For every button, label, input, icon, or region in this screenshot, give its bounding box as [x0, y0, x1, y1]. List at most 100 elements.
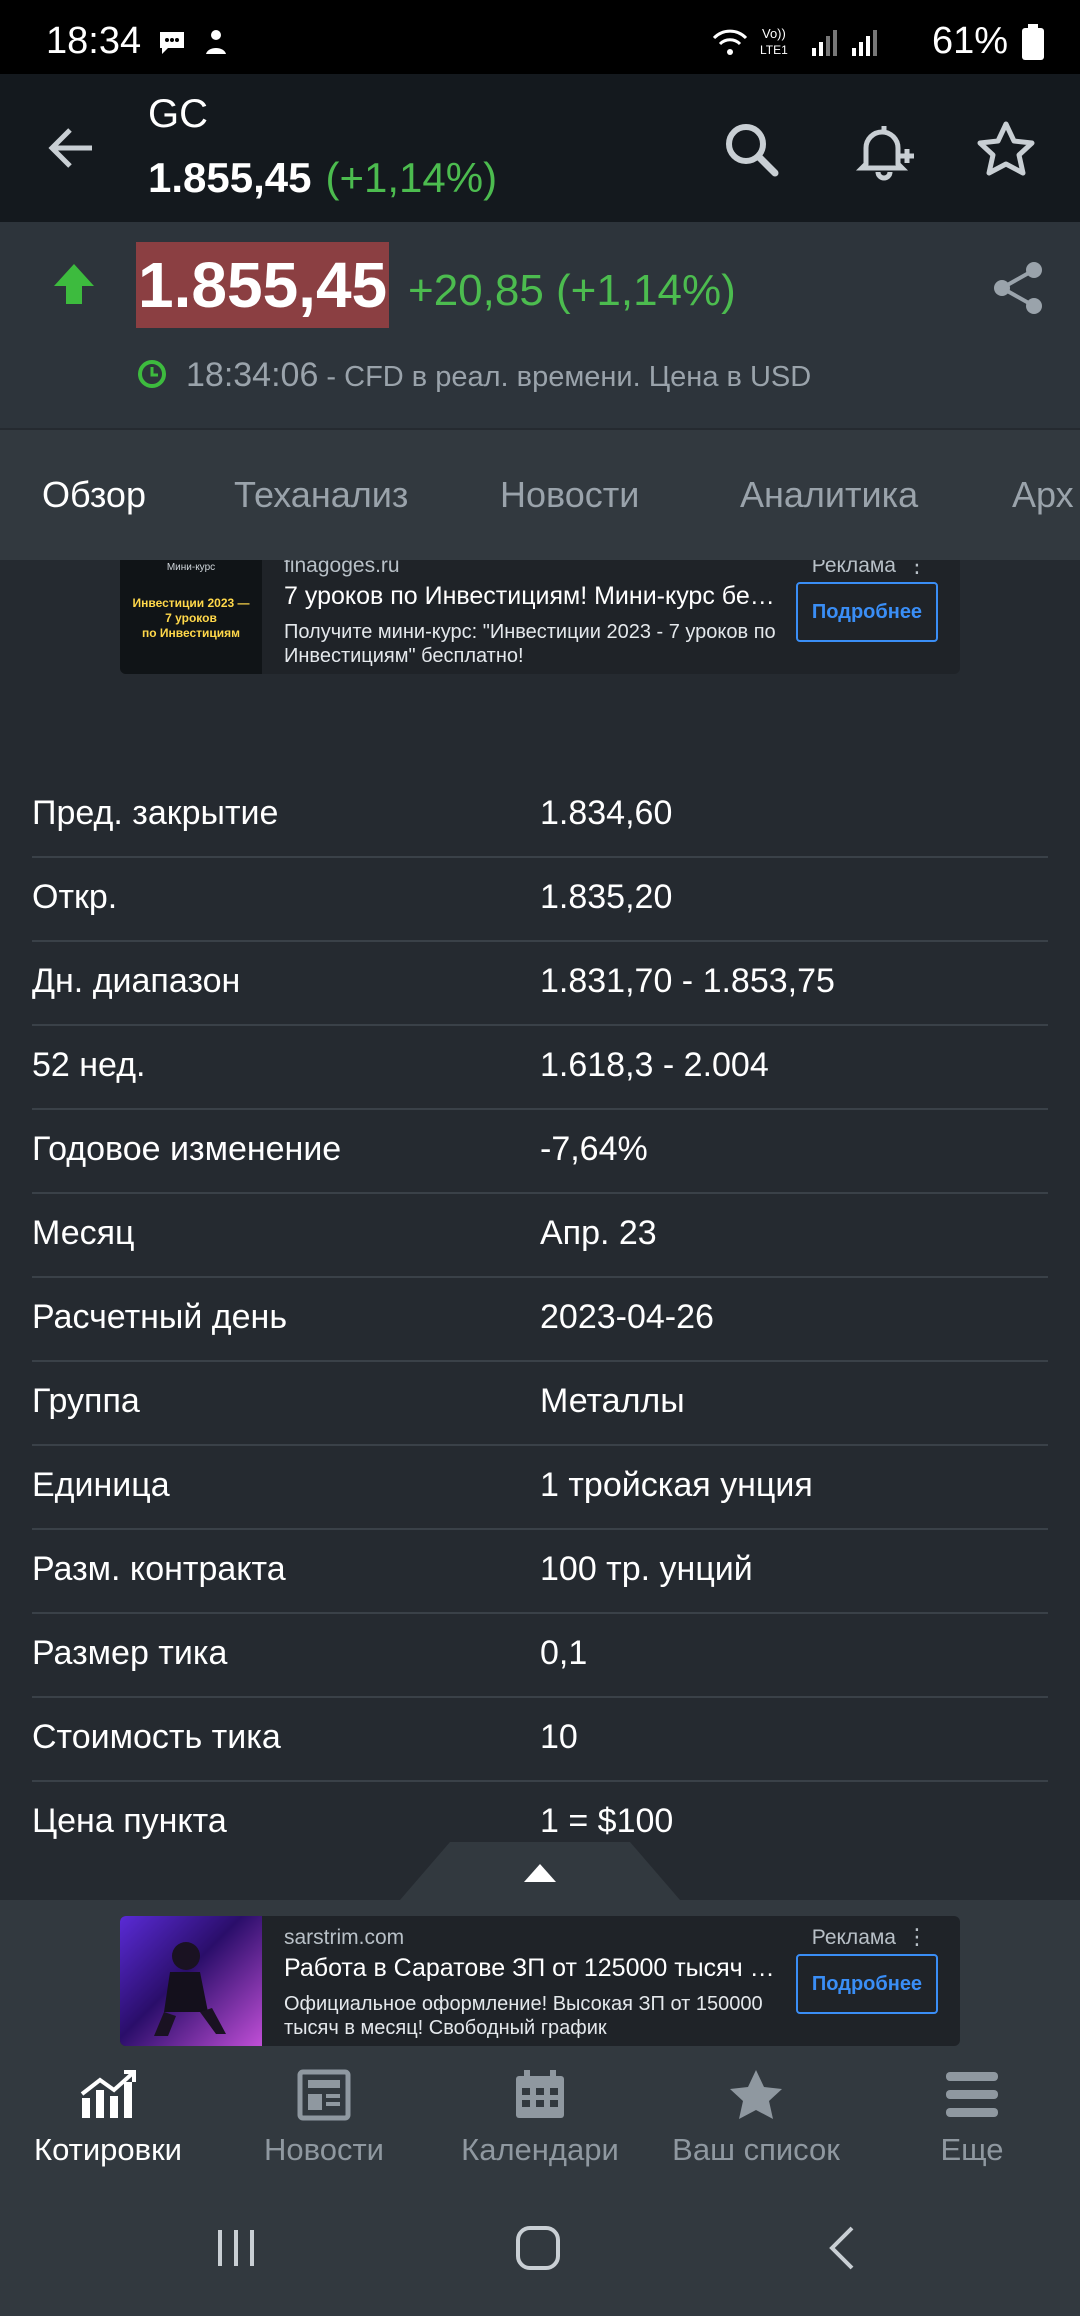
- nav-quotes[interactable]: Котировки: [0, 2050, 216, 2180]
- tab-analytics[interactable]: Аналитика: [740, 474, 918, 516]
- ad-headline[interactable]: Работа в Саратове ЗП от 125000 тысяч в м…: [284, 1954, 784, 1983]
- svg-text:Vo)): Vo)): [762, 26, 786, 41]
- quote-description: - CFD в реал. времени. Цена в USD: [318, 361, 812, 393]
- chevron-up-icon[interactable]: [524, 1864, 556, 1882]
- detail-label: Группа: [32, 1382, 140, 1420]
- ad-banner[interactable]: Мини-курс Инвестиции 2023 — 7 уроков по …: [120, 544, 960, 674]
- detail-label: Месяц: [32, 1214, 135, 1252]
- ad-image-caption: Мини-курс: [166, 562, 216, 573]
- detail-value: Апр. 23: [540, 1214, 657, 1252]
- detail-value: 1.834,60: [540, 794, 673, 832]
- detail-label: Стоимость тика: [32, 1718, 281, 1756]
- battery-icon: [1022, 24, 1044, 60]
- quotes-chart-icon: [80, 2070, 136, 2118]
- signal-strength-2-icon: [852, 30, 877, 56]
- ad-image-line: 7 уроков: [165, 611, 217, 625]
- up-arrow-icon: [54, 264, 94, 304]
- detail-row: Месяц Апр. 23: [32, 1194, 1048, 1278]
- detail-row: Размер тика 0,1: [32, 1614, 1048, 1698]
- add-alert-bell-icon[interactable]: [852, 118, 916, 182]
- nav-label: Новости: [263, 2132, 384, 2167]
- ad-more-icon[interactable]: ⋮: [906, 1924, 928, 1950]
- detail-row: Единица 1 тройская унция: [32, 1446, 1048, 1530]
- app-notification-icon: [206, 30, 226, 54]
- detail-label: Дн. диапазон: [32, 962, 241, 1000]
- ad-person-image: [154, 1942, 226, 2036]
- detail-label: Цена пункта: [32, 1802, 227, 1840]
- ad-image-line: Инвестиции 2023 —: [132, 596, 250, 610]
- menu-icon: [946, 2072, 998, 2117]
- ad-body: Получите мини-курс: "Инвестиции 2023 - 7…: [284, 621, 776, 667]
- system-back-icon[interactable]: [822, 2224, 862, 2272]
- detail-label: Расчетный день: [32, 1298, 288, 1336]
- nav-label: Еще: [940, 2132, 1004, 2167]
- detail-value: 1.618,3 - 2.004: [540, 1046, 769, 1084]
- ad-image-text: Инвестиции 2023 — 7 уроков по Инвестиция…: [120, 596, 262, 641]
- quote-time: 18:34:06: [186, 356, 319, 394]
- detail-row: Дн. диапазон 1.831,70 - 1.853,75: [32, 942, 1048, 1026]
- instrument-symbol: GC: [148, 92, 208, 136]
- share-icon[interactable]: [988, 258, 1048, 318]
- nav-watchlist[interactable]: Ваш список: [648, 2050, 864, 2180]
- ad-domain: sarstrim.com: [284, 1926, 405, 1949]
- search-icon[interactable]: [720, 118, 784, 182]
- ad-image-line: по Инвестициям: [141, 626, 241, 640]
- nav-news[interactable]: Новости: [216, 2050, 432, 2180]
- detail-row: Расчетный день 2023-04-26: [32, 1278, 1048, 1362]
- detail-value: 100 тр. унций: [540, 1550, 753, 1588]
- detail-row: Откр. 1.835,20: [32, 858, 1048, 942]
- quote-summary: 1.855,45 +20,85 (+1,14%) 18:34:06 - CFD …: [0, 222, 1080, 428]
- tabs-overlay: Обзор Теханализ Новости Аналитика Арх: [0, 430, 1080, 560]
- active-tab-indicator: [86, 552, 106, 560]
- notification-icons: [156, 26, 232, 58]
- ad-details-button[interactable]: Подробнее: [796, 582, 938, 642]
- nav-label: Календари: [461, 2132, 619, 2167]
- ad-details-button[interactable]: Подробнее: [796, 1954, 938, 2014]
- signal-strength-icon: [812, 30, 837, 56]
- nav-calendars[interactable]: Календари: [432, 2050, 648, 2180]
- tab-technical[interactable]: Теханализ: [234, 474, 408, 516]
- header-price-line: 1.855,45 (+1,14%): [148, 154, 497, 202]
- detail-value: Металлы: [540, 1382, 685, 1420]
- chat-bubble-icon: [160, 32, 184, 54]
- detail-label: Откр.: [32, 878, 118, 916]
- ad-image: Мини-курс Инвестиции 2023 — 7 уроков по …: [120, 544, 262, 674]
- detail-label: Разм. контракта: [32, 1550, 286, 1588]
- star-watchlist-icon[interactable]: [974, 118, 1038, 182]
- tab-news[interactable]: Новости: [500, 474, 639, 516]
- star-icon: [730, 2070, 782, 2119]
- wifi-icon: [712, 29, 748, 55]
- price-change: +20,85 (+1,14%): [408, 266, 736, 315]
- tab-history[interactable]: Арх: [1012, 474, 1074, 516]
- detail-label: Годовое изменение: [32, 1130, 342, 1168]
- ad-banner-bottom[interactable]: sarstrim.com Реклама ⋮ Работа в Саратове…: [120, 1916, 960, 2046]
- back-arrow-icon[interactable]: [44, 120, 100, 176]
- nav-more[interactable]: Еще: [864, 2050, 1080, 2180]
- detail-value: 1.831,70 - 1.853,75: [540, 962, 835, 1000]
- instrument-details: Пред. закрытие 1.834,60 Откр. 1.835,20 Дн.…: [0, 774, 1080, 1866]
- detail-label: Единица: [32, 1466, 170, 1504]
- detail-value: 2023-04-26: [540, 1298, 714, 1336]
- nav-label: Ваш список: [672, 2132, 840, 2167]
- tab-overview[interactable]: Обзор: [42, 474, 146, 516]
- system-navigation-bar: [0, 2180, 1080, 2316]
- battery-percent: 61%: [931, 20, 1008, 62]
- detail-value: 1 тройская унция: [540, 1466, 813, 1504]
- detail-row: Стоимость тика 10: [32, 1698, 1048, 1782]
- home-icon[interactable]: [514, 2224, 562, 2272]
- nav-label: Котировки: [34, 2132, 182, 2167]
- recent-apps-icon[interactable]: [212, 2226, 260, 2270]
- detail-value: 0,1: [540, 1634, 588, 1672]
- calendar-icon: [516, 2070, 564, 2118]
- detail-label: Пред. закрытие: [32, 794, 279, 832]
- ad-body: Официальное оформление! Высокая ЗП от 15…: [284, 1993, 763, 2039]
- detail-row: 52 нед. 1.618,3 - 2.004: [32, 1026, 1048, 1110]
- last-price: 1.855,45: [136, 242, 390, 328]
- clock-icon: [138, 360, 166, 388]
- svg-text:LTE1: LTE1: [760, 43, 788, 57]
- detail-label: Размер тика: [32, 1634, 228, 1672]
- detail-label: 52 нед.: [32, 1046, 146, 1084]
- newspaper-icon: [297, 2069, 351, 2121]
- app-bar: GC 1.855,45 (+1,14%): [0, 74, 1080, 222]
- ad-headline[interactable]: 7 уроков по Инвестициям! Мини-курс беспл…: [284, 582, 784, 611]
